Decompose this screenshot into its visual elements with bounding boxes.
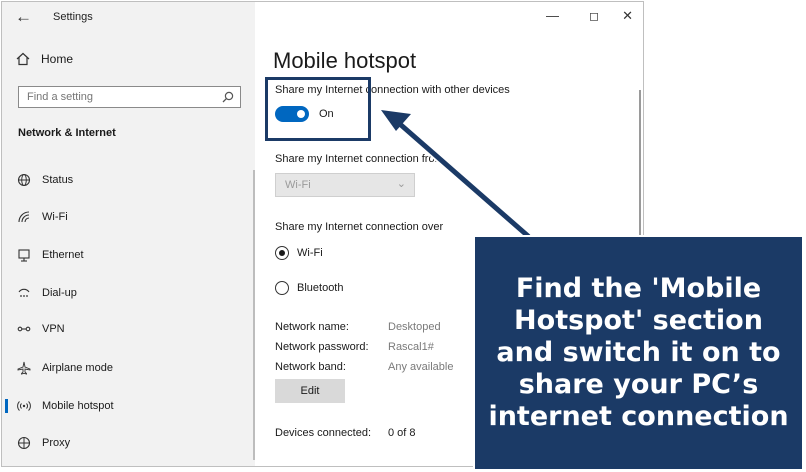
page-title: Mobile hotspot [273, 48, 417, 73]
hotspot-icon [16, 398, 32, 414]
sidebar-item-label: Wi-Fi [42, 211, 68, 223]
share-from-select[interactable]: Wi-Fi ⌄ [275, 173, 415, 197]
sidebar-item-label: Mobile hotspot [42, 400, 114, 412]
search-icon [222, 91, 234, 103]
callout-text: Find the 'Mobile Hotspot' section and sw… [488, 273, 789, 432]
network-band-value: Any available [388, 361, 454, 373]
sidebar-item-label: Dial-up [42, 287, 77, 299]
callout-box: Find the 'Mobile Hotspot' section and sw… [473, 235, 804, 471]
main-scrollbar[interactable] [639, 90, 641, 240]
search-placeholder: Find a setting [27, 91, 94, 103]
vpn-icon [16, 321, 32, 337]
devices-connected-value: 0 of 8 [388, 427, 416, 439]
sidebar: ← Settings Home Find a setting Network &… [2, 2, 255, 466]
sidebar-item-label: VPN [42, 323, 65, 335]
sidebar-item-label: Ethernet [42, 249, 84, 261]
sidebar-item-label: Proxy [42, 437, 71, 449]
ethernet-icon [16, 247, 32, 263]
sidebar-item-ethernet[interactable]: Ethernet [2, 244, 255, 266]
home-icon [16, 52, 30, 66]
edit-button[interactable]: Edit [275, 379, 345, 403]
airplane-icon [16, 360, 32, 376]
share-over-label: Share my Internet connection over [275, 221, 444, 233]
radio-wifi[interactable] [275, 246, 289, 260]
radio-bluetooth[interactable] [275, 281, 289, 295]
toggle-highlight-box [265, 77, 371, 141]
sidebar-item-airplane-mode[interactable]: Airplane mode [2, 357, 255, 379]
sidebar-item-proxy[interactable]: Proxy [2, 432, 255, 454]
devices-connected-label: Devices connected: [275, 427, 371, 439]
close-icon[interactable]: ✕ [622, 8, 633, 24]
sidebar-item-dialup[interactable]: Dial-up [2, 282, 255, 304]
maximize-icon[interactable]: ◻ [589, 9, 599, 23]
radio-wifi-label: Wi-Fi [297, 247, 323, 259]
minimize-icon[interactable]: — [546, 8, 559, 23]
network-name-label: Network name: [275, 321, 349, 333]
radio-bluetooth-label: Bluetooth [297, 282, 344, 294]
sidebar-item-mobile-hotspot[interactable]: Mobile hotspot [2, 395, 255, 417]
chevron-down-icon: ⌄ [396, 178, 406, 190]
sidebar-item-wifi[interactable]: Wi-Fi [2, 206, 255, 228]
sidebar-item-label: Status [42, 174, 74, 186]
network-band-label: Network band: [275, 361, 346, 373]
proxy-icon [16, 435, 32, 451]
wifi-icon [16, 209, 32, 225]
sidebar-item-status[interactable]: Status [2, 169, 255, 191]
sidebar-home-label: Home [41, 52, 74, 66]
network-name-value: Desktoped [388, 321, 441, 333]
share-from-value: Wi-Fi [285, 179, 311, 191]
search-input[interactable]: Find a setting [18, 86, 241, 108]
back-arrow-icon[interactable]: ← [15, 7, 32, 27]
app-title: Settings [53, 11, 93, 23]
sidebar-item-vpn[interactable]: VPN [2, 318, 255, 340]
network-password-label: Network password: [275, 341, 369, 353]
share-from-label: Share my Internet connection from [275, 153, 444, 165]
sidebar-home[interactable]: Home [16, 52, 73, 66]
dialup-icon [16, 285, 32, 301]
network-password-value: Rascal1# [388, 341, 434, 353]
sidebar-item-label: Airplane mode [42, 362, 113, 374]
section-title: Network & Internet [18, 127, 116, 139]
globe-icon [16, 172, 32, 188]
